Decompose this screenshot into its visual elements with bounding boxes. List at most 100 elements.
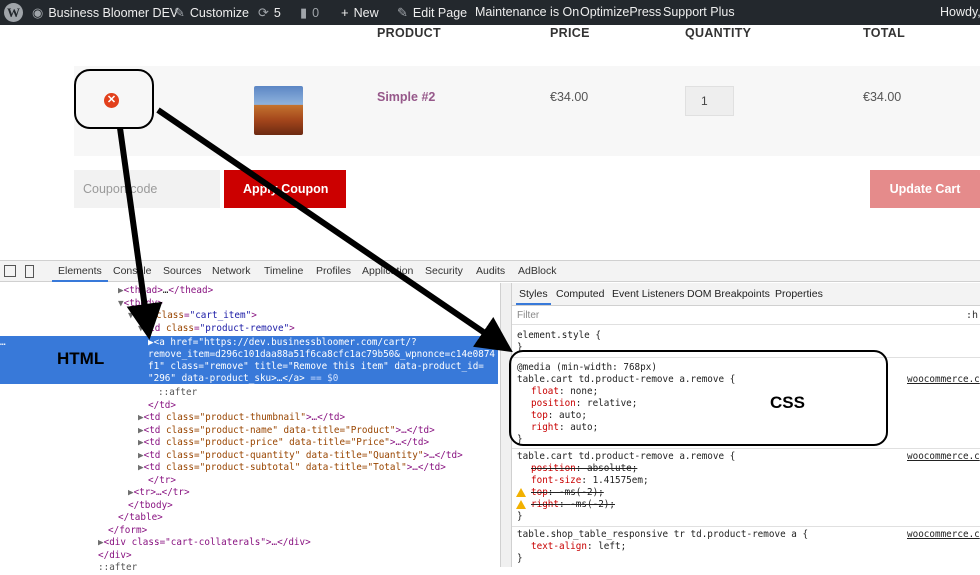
dom-node-td-product-remove[interactable]: ▼<td class="product-remove"> (138, 323, 295, 336)
dom-node-td-collapsed[interactable]: ▶<td class="product-thumbnail">…</td> (138, 412, 345, 425)
elements-tree: ▶<thead>…</thead> ▼<tbody> ▼<tr class="c… (0, 283, 505, 573)
dashboard-icon: ◉ (32, 5, 44, 20)
tab-console[interactable]: Console (113, 261, 152, 282)
admin-comments[interactable]: ▮ 0 (300, 0, 319, 25)
dom-attributes: class="product-price" data-title="Price" (166, 437, 390, 448)
tab-application[interactable]: Application (362, 261, 413, 282)
admin-updates[interactable]: ⟳ 5 (258, 0, 281, 25)
tab-properties[interactable]: Properties (775, 283, 823, 305)
dom-node-tr-cart-item[interactable]: ▼<tr class="cart_item"> (128, 310, 257, 323)
css-annotation-label: CSS (770, 393, 805, 412)
update-cart-button[interactable]: Update Cart (870, 170, 980, 208)
element-style-rule[interactable]: element.style { (517, 330, 601, 343)
rule2-selector[interactable]: table.cart td.product-remove a.remove { (517, 451, 735, 464)
css-callout (509, 350, 888, 446)
tab-network[interactable]: Network (212, 261, 251, 282)
dom-node-thead[interactable]: ▶<thead>…</thead> (118, 285, 213, 298)
dom-tr-close: </tr> (148, 474, 176, 486)
admin-maintenance[interactable]: Maintenance is On (475, 0, 579, 25)
brush-icon: ✎ (174, 5, 185, 20)
rule2-close: } (517, 511, 523, 522)
tab-profiles[interactable]: Profiles (316, 261, 351, 282)
dom-tbody-close: </tbody> (128, 499, 173, 511)
admin-new[interactable]: + New (341, 0, 379, 25)
rule2-source-link[interactable]: woocommerce.c (907, 451, 980, 464)
rule-divider (512, 324, 980, 325)
html-annotation-label: HTML (57, 349, 105, 368)
admin-edit-page[interactable]: ✎ Edit Page (397, 0, 467, 25)
dom-tag-open: <td (143, 462, 166, 473)
styles-filter-input[interactable]: Filter (517, 310, 539, 321)
rule2-prop-overridden[interactable]: position: absolute; (531, 463, 637, 476)
wordpress-logo-icon[interactable]: W (4, 3, 23, 22)
rule2-prop[interactable]: font-size: 1.41575em; (531, 475, 649, 488)
dom-tag-open: <td (143, 412, 166, 423)
dom-attributes: class="product-subtotal" data-title="Tot… (166, 462, 407, 473)
rule-divider (512, 526, 980, 527)
tab-sources[interactable]: Sources (163, 261, 202, 282)
dom-node-td-collapsed[interactable]: ▶<td class="product-quantity" data-title… (138, 450, 463, 463)
rule2-prop-invalid[interactable]: right: -ms(-2); (531, 499, 615, 512)
tab-styles[interactable]: Styles (516, 283, 551, 305)
dom-node-td-collapsed[interactable]: ▶<td class="product-price" data-title="P… (138, 437, 429, 450)
pencil-icon: ✎ (397, 5, 408, 20)
dom-attributes: class="product-name" data-title="Product… (166, 424, 396, 436)
tab-event-listeners[interactable]: Event Listeners (612, 283, 684, 305)
rule3-prop[interactable]: text-align: left; (531, 541, 626, 554)
selected-line-4: "296" data-product_sku>…</a> == $0 (148, 373, 339, 384)
selected-line-1: ▶<a href="https://dev.businessbloomer.co… (148, 337, 417, 348)
apply-coupon-button[interactable]: Apply Coupon (224, 170, 346, 208)
dom-pseudo-after-2[interactable]: ::after (98, 562, 137, 575)
cart-item-row (74, 66, 980, 156)
rule-divider (512, 448, 980, 449)
inspect-element-icon[interactable] (4, 265, 16, 277)
device-mode-icon[interactable] (25, 265, 34, 278)
hover-state-toggle[interactable]: :h (966, 310, 978, 321)
dom-node-tbody[interactable]: ▼<tbody> (118, 298, 163, 311)
tab-adblock[interactable]: AdBlock (518, 261, 557, 282)
dom-tag-open: <td (143, 424, 166, 436)
tab-dom-breakpoints[interactable]: DOM Breakpoints (687, 283, 770, 305)
rule1-source-link[interactable]: woocommerce.c (907, 374, 980, 387)
header-price: PRICE (550, 26, 590, 40)
updates-icon: ⟳ (258, 5, 269, 20)
dom-node-td-collapsed[interactable]: ▶<td class="product-subtotal" data-title… (138, 462, 446, 475)
header-product: PRODUCT (377, 26, 441, 40)
admin-optimizepress[interactable]: OptimizePress (580, 0, 661, 25)
quantity-input[interactable]: 1 (685, 86, 734, 116)
tab-elements[interactable]: Elements (52, 261, 108, 282)
comment-icon: ▮ (300, 5, 308, 20)
admin-bar: W ◉ Business Bloomer DEV ✎ Customize ⟳ 5 ▮ 0… (0, 0, 980, 25)
product-price: €34.00 (550, 90, 589, 104)
rule3-selector[interactable]: table.shop_table_responsive tr td.produc… (517, 529, 808, 542)
dom-tag-rest: >…</td> (395, 424, 435, 436)
dom-node-cart-collaterals[interactable]: ▶<div class="cart-collaterals">…</div> (98, 537, 311, 550)
coupon-code-input[interactable]: Coupon code (74, 170, 220, 208)
header-quantity: QUANTITY (685, 26, 752, 40)
tab-audits[interactable]: Audits (476, 261, 505, 282)
dom-pseudo-after[interactable]: ::after (158, 387, 197, 400)
dom-div-close: </div> (98, 549, 132, 561)
tab-computed[interactable]: Computed (556, 283, 604, 305)
product-name-link[interactable]: Simple #2 (377, 90, 435, 104)
warning-icon (516, 500, 526, 509)
admin-site-name[interactable]: ◉ Business Bloomer DEV (32, 0, 178, 25)
dom-tag-open: <td (143, 437, 166, 448)
rule2-prop-invalid[interactable]: top: -ms(-2); (531, 487, 604, 500)
admin-customize[interactable]: ✎ Customize (174, 0, 249, 25)
dom-node-tr-collapsed[interactable]: ▶<tr>…</tr> (128, 487, 190, 500)
rule3-source-link[interactable]: woocommerce.c (907, 529, 980, 542)
dom-td-close: </td> (148, 399, 176, 411)
dom-tag-rest: >…</td> (305, 412, 346, 423)
devtools-toolbar: Elements Console Sources Network Timelin… (0, 260, 980, 282)
admin-support-plus[interactable]: Support Plus (663, 0, 735, 25)
product-thumbnail[interactable] (254, 86, 303, 135)
admin-howdy[interactable]: Howdy, (940, 0, 980, 25)
ellipsis-icon: … (0, 337, 6, 348)
dom-attributes: class="product-quantity" data-title="Qua… (166, 449, 424, 461)
plus-icon: + (341, 5, 349, 20)
tab-timeline[interactable]: Timeline (264, 261, 303, 282)
tab-security[interactable]: Security (425, 261, 463, 282)
dom-node-td-collapsed[interactable]: ▶<td class="product-name" data-title="Pr… (138, 425, 435, 438)
remove-icon-callout (74, 69, 154, 129)
